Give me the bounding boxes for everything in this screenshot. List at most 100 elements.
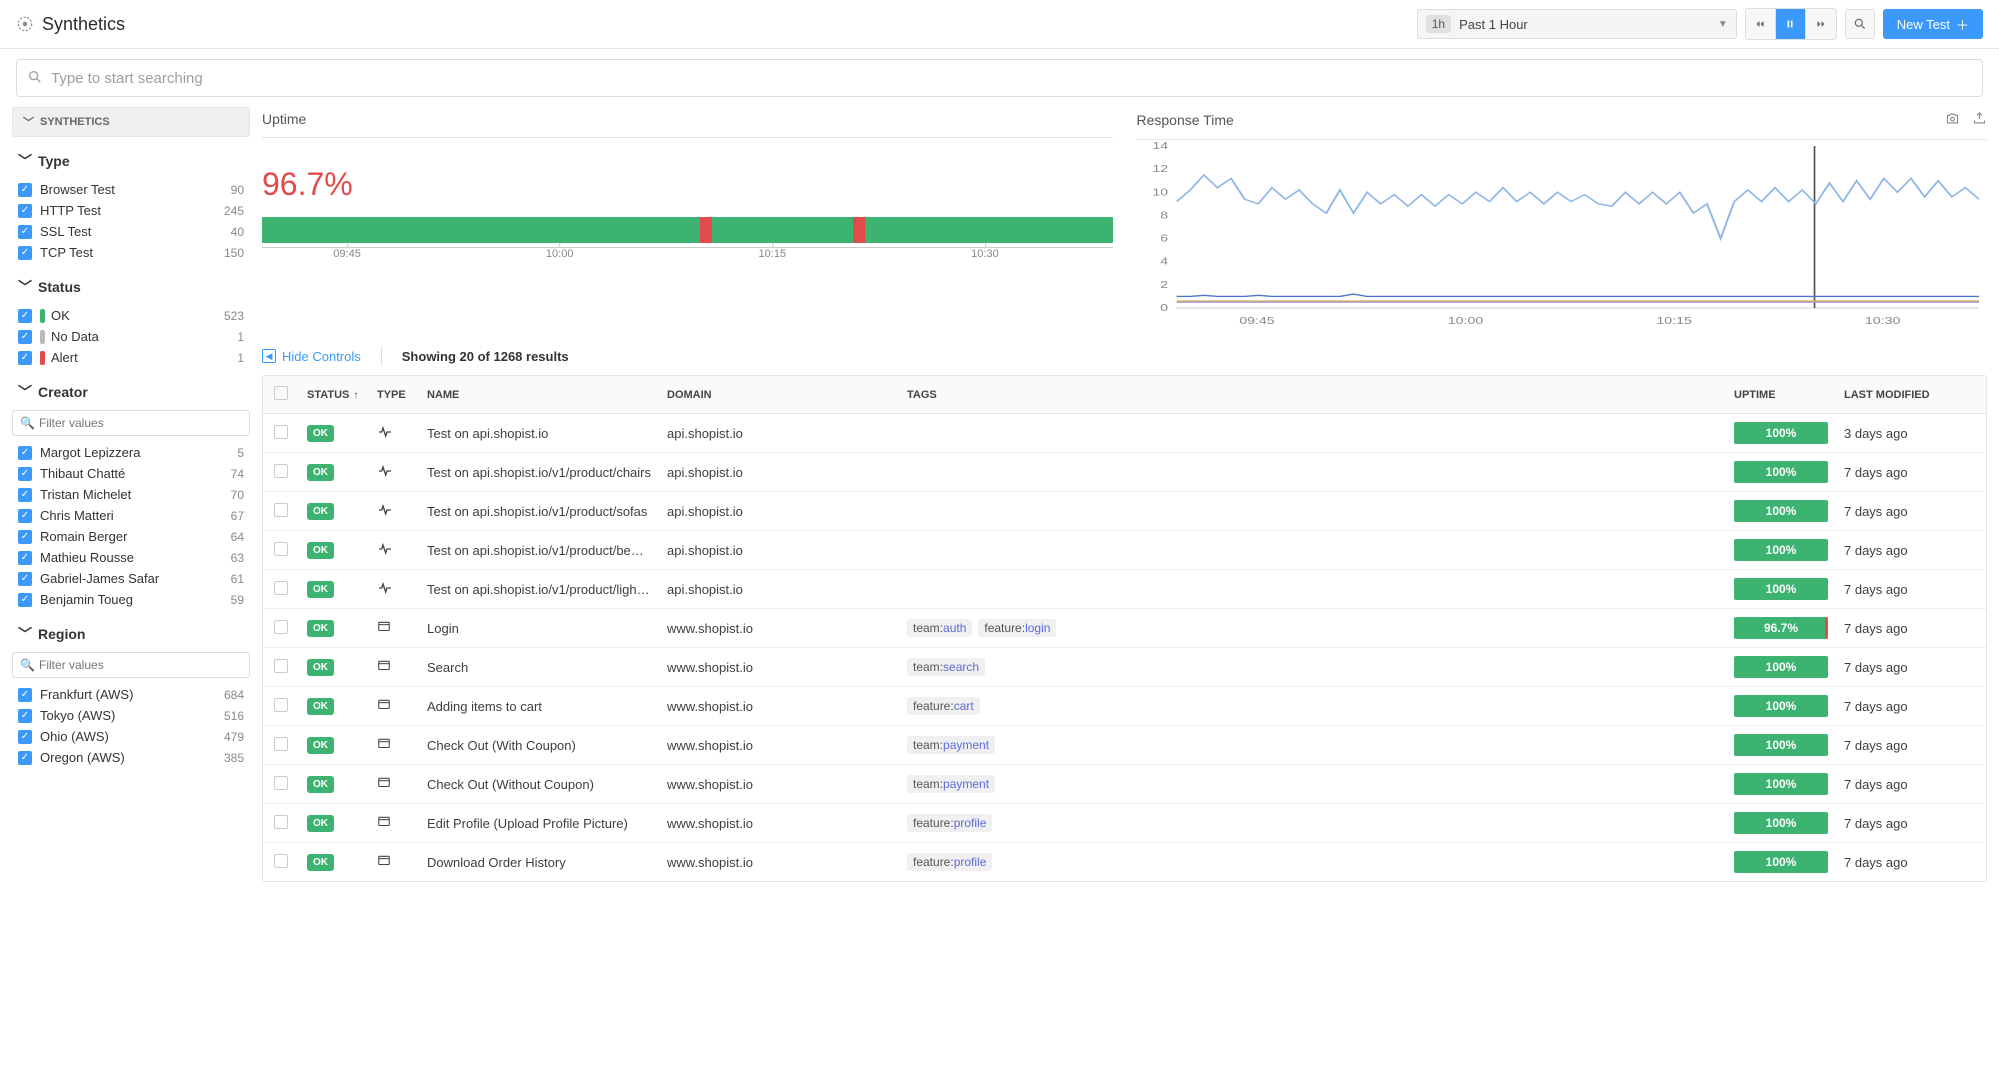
col-header-name[interactable]: NAME <box>419 376 659 414</box>
checkbox-icon[interactable] <box>18 551 32 565</box>
facet-item[interactable]: TCP Test150 <box>12 242 250 263</box>
row-checkbox[interactable] <box>274 620 288 634</box>
test-name[interactable]: Test on api.shopist.io/v1/product/lighti… <box>419 570 659 609</box>
tag[interactable]: team:payment <box>907 775 995 793</box>
row-checkbox[interactable] <box>274 776 288 790</box>
facet-title-region[interactable]: ﹀ Region <box>12 620 250 648</box>
search-icon-button[interactable] <box>1845 9 1875 39</box>
tag[interactable]: team:payment <box>907 736 995 754</box>
facet-item[interactable]: Tokyo (AWS)516 <box>12 705 250 726</box>
test-name[interactable]: Test on api.shopist.io/v1/product/beddin… <box>419 531 659 570</box>
creator-filter-input[interactable] <box>12 410 250 436</box>
step-forward-button[interactable] <box>1806 9 1836 39</box>
tag[interactable]: feature:login <box>978 619 1056 637</box>
checkbox-icon[interactable] <box>18 509 32 523</box>
hide-controls-button[interactable]: ◀ Hide Controls <box>262 349 361 364</box>
facet-item[interactable]: Browser Test90 <box>12 179 250 200</box>
search-input[interactable] <box>51 70 1972 87</box>
facets-header[interactable]: ﹀ SYNTHETICS <box>12 107 250 137</box>
test-name[interactable]: Test on api.shopist.io/v1/product/chairs <box>419 453 659 492</box>
checkbox-icon[interactable] <box>18 351 32 365</box>
test-name[interactable]: Test on api.shopist.io <box>419 414 659 453</box>
table-row[interactable]: OK Test on api.shopist.io/v1/product/bed… <box>263 531 1986 570</box>
checkbox-icon[interactable] <box>18 709 32 723</box>
facet-item[interactable]: Gabriel-James Safar61 <box>12 568 250 589</box>
test-name[interactable]: Download Order History <box>419 843 659 882</box>
checkbox-icon[interactable] <box>18 246 32 260</box>
facet-item[interactable]: Margot Lepizzera5 <box>12 442 250 463</box>
test-name[interactable]: Test on api.shopist.io/v1/product/sofas <box>419 492 659 531</box>
step-back-button[interactable] <box>1746 9 1776 39</box>
checkbox-icon[interactable] <box>18 730 32 744</box>
facet-item[interactable]: Mathieu Rousse63 <box>12 547 250 568</box>
checkbox-icon[interactable] <box>18 530 32 544</box>
test-name[interactable]: Adding items to cart <box>419 687 659 726</box>
col-header-uptime[interactable]: UPTIME <box>1726 376 1836 414</box>
table-row[interactable]: OK Login www.shopist.io team:authfeature… <box>263 609 1986 648</box>
region-filter-input[interactable] <box>12 652 250 678</box>
facet-item[interactable]: Tristan Michelet70 <box>12 484 250 505</box>
row-checkbox[interactable] <box>274 503 288 517</box>
col-header-status[interactable]: STATUS↑ <box>299 376 369 414</box>
table-row[interactable]: OK Edit Profile (Upload Profile Picture)… <box>263 804 1986 843</box>
table-row[interactable]: OK Search www.shopist.io team:search 100… <box>263 648 1986 687</box>
row-checkbox[interactable] <box>274 581 288 595</box>
new-test-button[interactable]: New Test ＋ <box>1883 9 1983 39</box>
checkbox-icon[interactable] <box>18 488 32 502</box>
facet-item[interactable]: Frankfurt (AWS)684 <box>12 684 250 705</box>
facet-title-type[interactable]: ﹀ Type <box>12 147 250 175</box>
row-checkbox[interactable] <box>274 425 288 439</box>
checkbox-icon[interactable] <box>18 572 32 586</box>
table-row[interactable]: OK Test on api.shopist.io api.shopist.io… <box>263 414 1986 453</box>
table-row[interactable]: OK Adding items to cart www.shopist.io f… <box>263 687 1986 726</box>
facet-item[interactable]: Thibaut Chatté74 <box>12 463 250 484</box>
facet-item[interactable]: Alert1 <box>12 347 250 368</box>
col-header-tags[interactable]: TAGS <box>899 376 1726 414</box>
facet-item[interactable]: SSL Test40 <box>12 221 250 242</box>
test-name[interactable]: Login <box>419 609 659 648</box>
row-checkbox[interactable] <box>274 659 288 673</box>
checkbox-icon[interactable] <box>18 688 32 702</box>
table-row[interactable]: OK Test on api.shopist.io/v1/product/lig… <box>263 570 1986 609</box>
select-all-checkbox[interactable] <box>274 386 288 400</box>
tag[interactable]: feature:cart <box>907 697 980 715</box>
camera-icon[interactable] <box>1945 111 1960 129</box>
facet-item[interactable]: Chris Matteri67 <box>12 505 250 526</box>
test-name[interactable]: Check Out (With Coupon) <box>419 726 659 765</box>
table-row[interactable]: OK Test on api.shopist.io/v1/product/cha… <box>263 453 1986 492</box>
checkbox-icon[interactable] <box>18 225 32 239</box>
row-checkbox[interactable] <box>274 854 288 868</box>
checkbox-icon[interactable] <box>18 183 32 197</box>
col-header-modified[interactable]: LAST MODIFIED <box>1836 376 1986 414</box>
table-row[interactable]: OK Download Order History www.shopist.io… <box>263 843 1986 882</box>
tag[interactable]: feature:profile <box>907 814 992 832</box>
time-range-picker[interactable]: 1h Past 1 Hour ▼ <box>1417 9 1737 39</box>
checkbox-icon[interactable] <box>18 467 32 481</box>
row-checkbox[interactable] <box>274 464 288 478</box>
checkbox-icon[interactable] <box>18 204 32 218</box>
row-checkbox[interactable] <box>274 815 288 829</box>
facet-title-creator[interactable]: ﹀ Creator <box>12 378 250 406</box>
col-header-domain[interactable]: DOMAIN <box>659 376 899 414</box>
row-checkbox[interactable] <box>274 737 288 751</box>
search-bar[interactable] <box>16 59 1983 97</box>
tag[interactable]: feature:profile <box>907 853 992 871</box>
row-checkbox[interactable] <box>274 542 288 556</box>
test-name[interactable]: Check Out (Without Coupon) <box>419 765 659 804</box>
table-row[interactable]: OK Check Out (With Coupon) www.shopist.i… <box>263 726 1986 765</box>
checkbox-icon[interactable] <box>18 330 32 344</box>
checkbox-icon[interactable] <box>18 593 32 607</box>
facet-item[interactable]: Romain Berger64 <box>12 526 250 547</box>
facet-item[interactable]: Oregon (AWS)385 <box>12 747 250 768</box>
tag[interactable]: team:search <box>907 658 985 676</box>
tag[interactable]: team:auth <box>907 619 972 637</box>
facet-item[interactable]: Ohio (AWS)479 <box>12 726 250 747</box>
export-icon[interactable] <box>1972 111 1987 129</box>
test-name[interactable]: Edit Profile (Upload Profile Picture) <box>419 804 659 843</box>
facet-item[interactable]: No Data1 <box>12 326 250 347</box>
facet-item[interactable]: OK523 <box>12 305 250 326</box>
facet-item[interactable]: Benjamin Toueg59 <box>12 589 250 610</box>
checkbox-icon[interactable] <box>18 309 32 323</box>
facet-title-status[interactable]: ﹀ Status <box>12 273 250 301</box>
checkbox-icon[interactable] <box>18 446 32 460</box>
